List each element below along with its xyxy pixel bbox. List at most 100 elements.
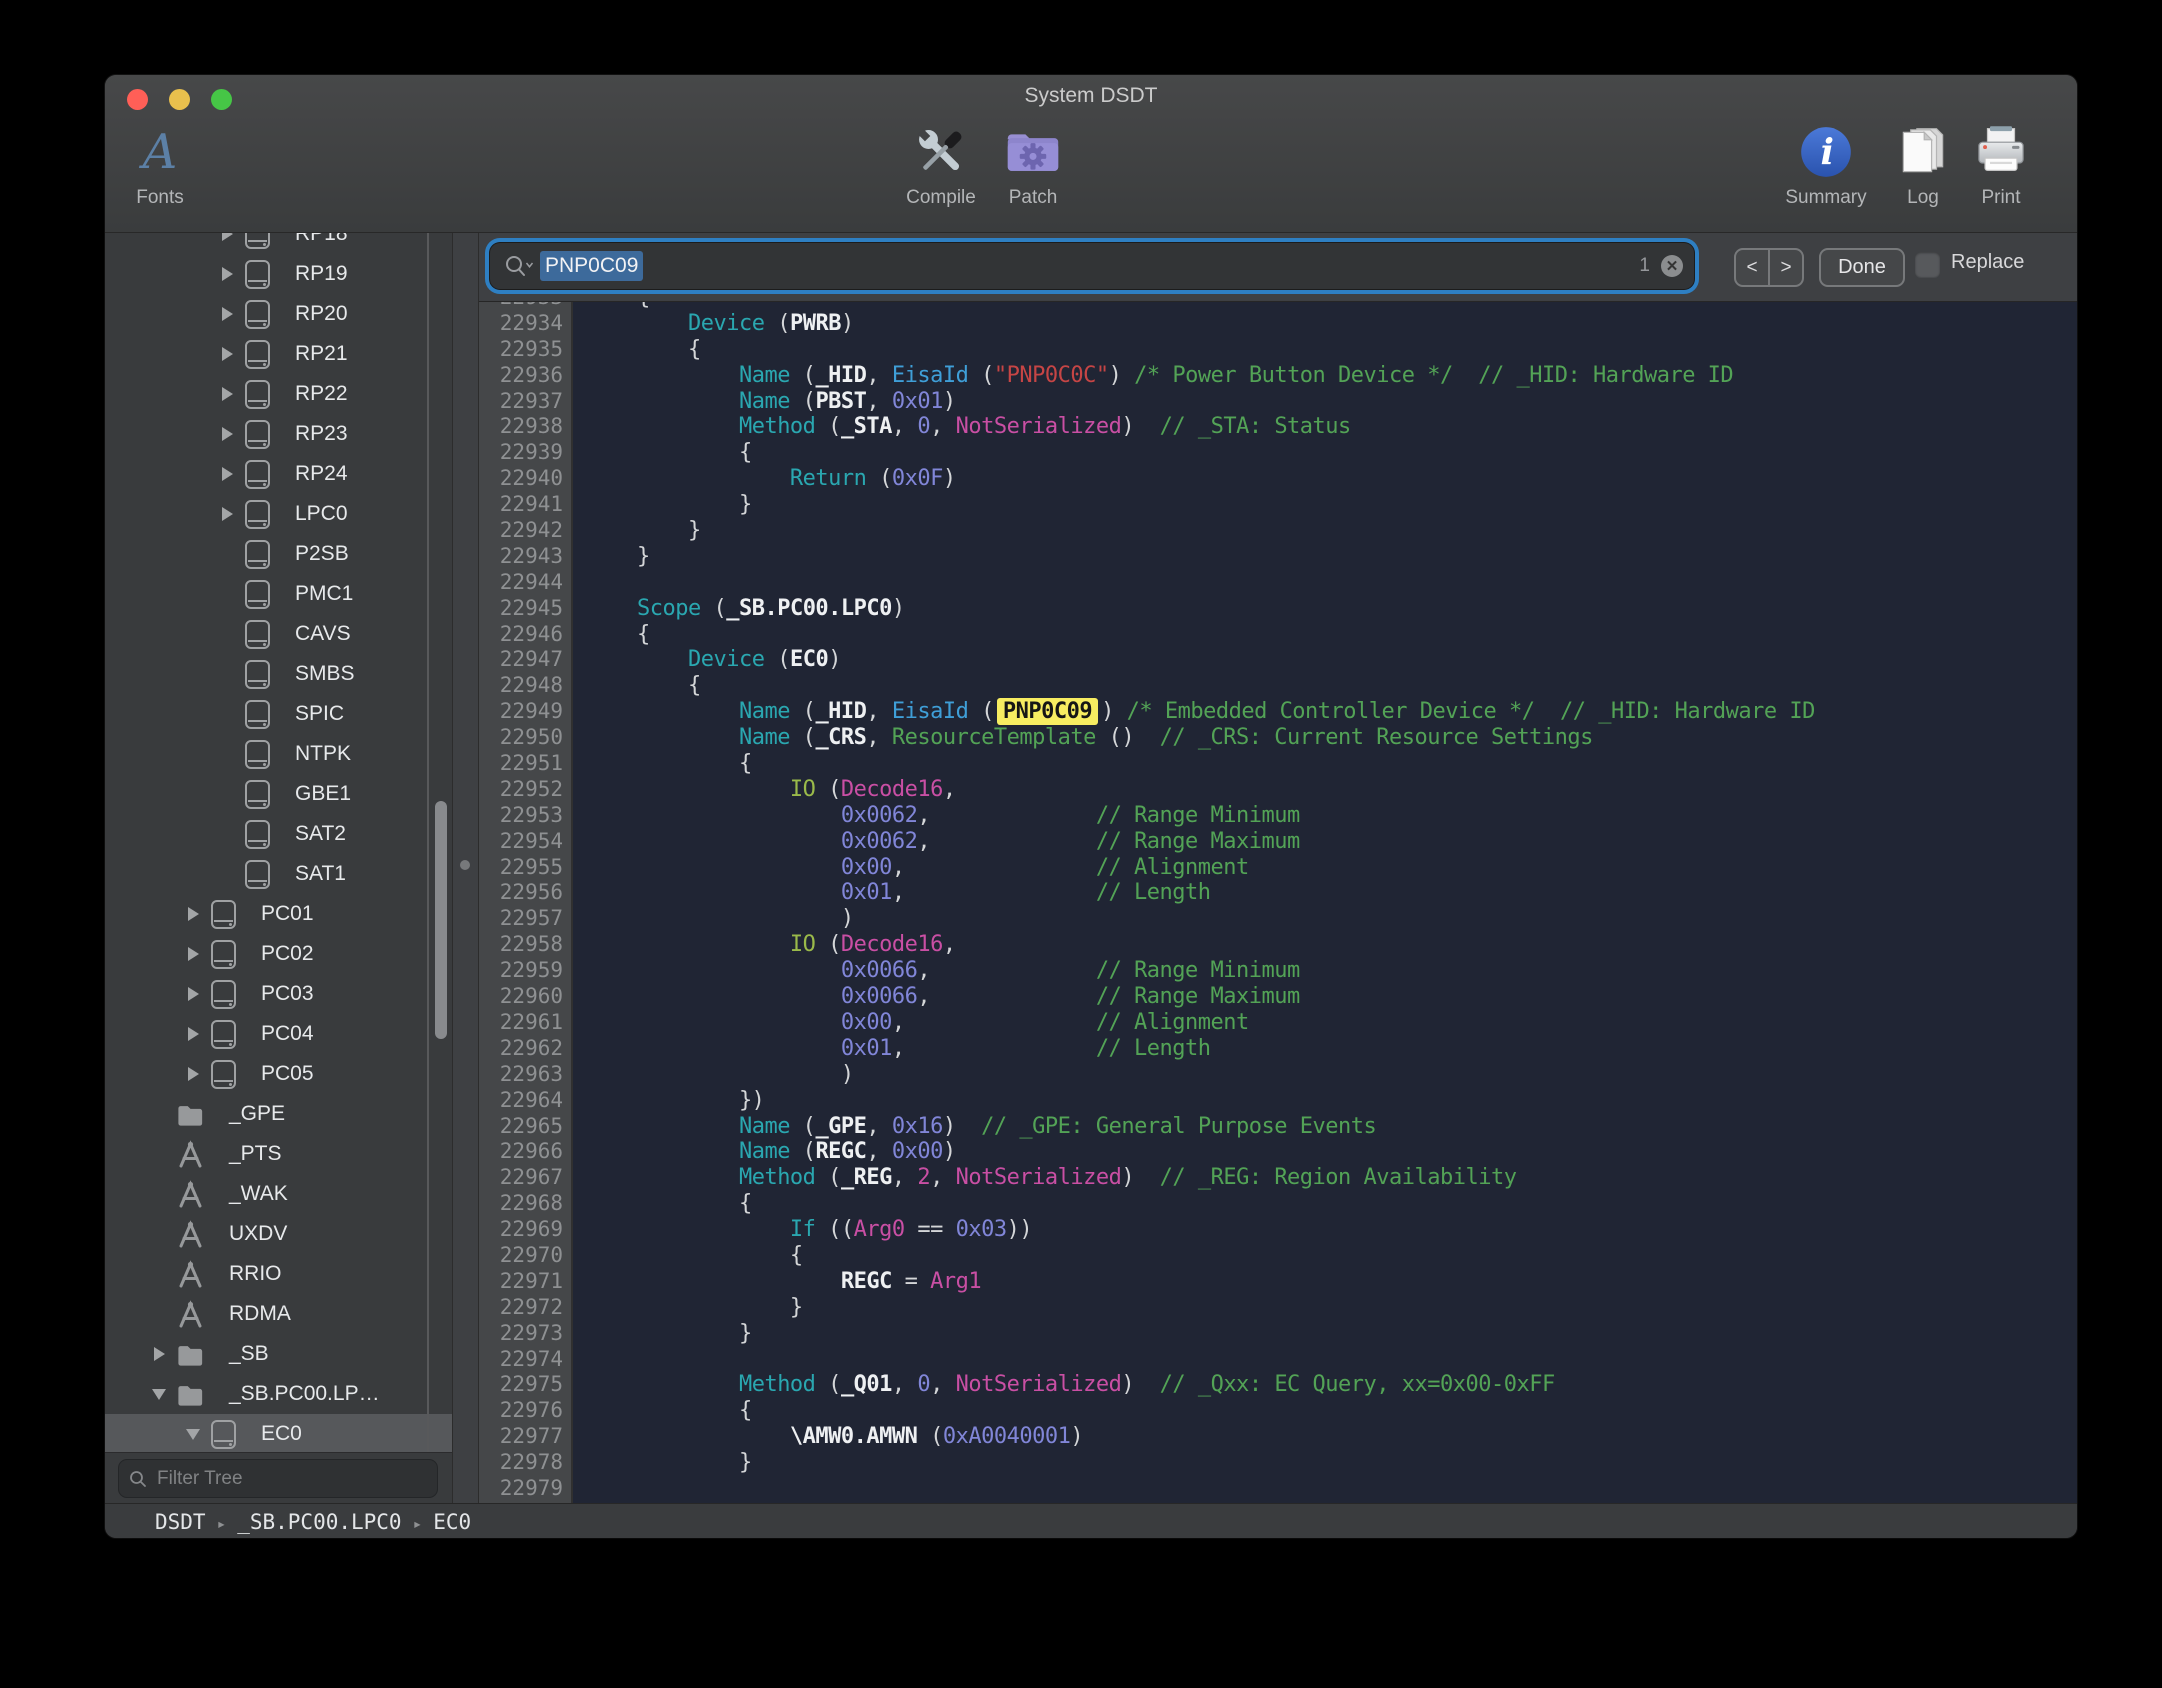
- search-menu-icon[interactable]: [504, 254, 534, 278]
- device-icon: [245, 780, 270, 809]
- disclosure-right-icon[interactable]: [215, 427, 239, 441]
- code-line: 22959 0x0066, // Range Minimum: [479, 958, 2077, 984]
- tree-item-_sbpc00lp[interactable]: _SB.PC00.LP…: [105, 1374, 452, 1414]
- line-number: 22971: [479, 1269, 573, 1295]
- tree-item-rp18[interactable]: RP18: [105, 233, 452, 254]
- line-number: 22959: [479, 958, 573, 984]
- tree-item-_gpe[interactable]: _GPE: [105, 1094, 452, 1134]
- compile-button[interactable]: Compile: [893, 119, 989, 209]
- code-text: REGC = Arg1: [573, 1269, 981, 1295]
- find-previous-button[interactable]: <: [1736, 250, 1770, 285]
- line-number: 22938: [479, 414, 573, 440]
- tree-item-gbe1[interactable]: GBE1: [105, 774, 452, 814]
- pane-splitter[interactable]: [452, 233, 479, 1503]
- tree-item-uxdv[interactable]: UXDV: [105, 1214, 452, 1254]
- disclosure-right-icon[interactable]: [181, 1027, 205, 1041]
- replace-checkbox[interactable]: [1915, 252, 1940, 277]
- fonts-button[interactable]: A Fonts: [112, 119, 208, 209]
- device-icon: [245, 860, 270, 889]
- print-label: Print: [1981, 187, 2020, 209]
- disclosure-right-icon[interactable]: [215, 347, 239, 361]
- sidebar-tree[interactable]: RP18RP19RP20RP21RP22RP23RP24LPC0P2SBPMC1…: [105, 233, 427, 1454]
- tree-item-rdma[interactable]: RDMA: [105, 1294, 452, 1334]
- disclosure-right-icon[interactable]: [147, 1347, 171, 1361]
- find-input[interactable]: PNP0C09 1 ✕: [490, 243, 1694, 289]
- disclosure-right-icon[interactable]: [181, 947, 205, 961]
- code-line: 22970 {: [479, 1243, 2077, 1269]
- tree-item-pc01[interactable]: PC01: [105, 894, 452, 934]
- tree-item-label: SMBS: [295, 662, 355, 686]
- disclosure-right-icon[interactable]: [181, 907, 205, 921]
- line-number: 22940: [479, 466, 573, 492]
- disclosure-right-icon[interactable]: [215, 267, 239, 281]
- code-text: Method (_REG, 2, NotSerialized) // _REG:…: [573, 1165, 1516, 1191]
- code-text: {: [573, 1191, 752, 1217]
- tree-item-smbs[interactable]: SMBS: [105, 654, 452, 694]
- tree-item-pc03[interactable]: PC03: [105, 974, 452, 1014]
- tree-item-spic[interactable]: SPIC: [105, 694, 452, 734]
- clear-search-icon[interactable]: ✕: [1661, 255, 1683, 277]
- done-button[interactable]: Done: [1819, 248, 1905, 287]
- tree-item-rp19[interactable]: RP19: [105, 254, 452, 294]
- tree-item-rrio[interactable]: RRIO: [105, 1254, 452, 1294]
- line-number: 22972: [479, 1295, 573, 1321]
- code-line: 22939 {: [479, 440, 2077, 466]
- tree-item-cavs[interactable]: CAVS: [105, 614, 452, 654]
- tree-item-pc05[interactable]: PC05: [105, 1054, 452, 1094]
- line-number: 22947: [479, 647, 573, 673]
- line-number: 22955: [479, 855, 573, 881]
- code-text: Name (REGC, 0x00): [573, 1139, 956, 1165]
- disclosure-right-icon[interactable]: [181, 987, 205, 1001]
- line-number: 22954: [479, 829, 573, 855]
- device-icon: [211, 1420, 236, 1449]
- code-text: {: [573, 1398, 752, 1424]
- splitter-handle-icon[interactable]: [460, 860, 470, 870]
- device-icon: [245, 620, 270, 649]
- tree-item-pc02[interactable]: PC02: [105, 934, 452, 974]
- disclosure-down-icon[interactable]: [181, 1429, 205, 1440]
- line-number: 22968: [479, 1191, 573, 1217]
- disclosure-right-icon[interactable]: [215, 387, 239, 401]
- tree-item-pmc1[interactable]: PMC1: [105, 574, 452, 614]
- tree-item-rp20[interactable]: RP20: [105, 294, 452, 334]
- print-printer-icon: [1974, 119, 2028, 185]
- tree-item-p2sb[interactable]: P2SB: [105, 534, 452, 574]
- folder-icon: [177, 1379, 204, 1409]
- line-number: 22937: [479, 389, 573, 415]
- filter-area: Filter Tree: [105, 1452, 452, 1503]
- tree-item-_sb[interactable]: _SB: [105, 1334, 452, 1374]
- disclosure-right-icon[interactable]: [215, 233, 239, 241]
- disclosure-right-icon[interactable]: [215, 507, 239, 521]
- device-icon: [245, 540, 270, 569]
- code-text: {: [573, 1243, 803, 1269]
- code-line: 22975 Method (_Q01, 0, NotSerialized) //…: [479, 1372, 2077, 1398]
- tree-item-rp23[interactable]: RP23: [105, 414, 452, 454]
- disclosure-down-icon[interactable]: [147, 1389, 171, 1400]
- tree-item-sat1[interactable]: SAT1: [105, 854, 452, 894]
- find-bar: PNP0C09 1 ✕ < > Done Replace: [479, 233, 2077, 302]
- code-text: }: [573, 544, 650, 570]
- tree-item-_pts[interactable]: _PTS: [105, 1134, 452, 1174]
- tree-item-pc04[interactable]: PC04: [105, 1014, 452, 1054]
- tree-item-rp21[interactable]: RP21: [105, 334, 452, 374]
- code-editor[interactable]: 22933 {22934 Device (PWRB)22935 {22936 N…: [479, 302, 2077, 1503]
- tree-item-ntpk[interactable]: NTPK: [105, 734, 452, 774]
- disclosure-right-icon[interactable]: [181, 1067, 205, 1081]
- sidebar-scrollbar[interactable]: [435, 801, 447, 1039]
- disclosure-right-icon[interactable]: [215, 307, 239, 321]
- tree-item-rp24[interactable]: RP24: [105, 454, 452, 494]
- tree-item-ec0[interactable]: EC0: [105, 1414, 452, 1454]
- disclosure-right-icon[interactable]: [215, 467, 239, 481]
- tree-item-label: NTPK: [295, 742, 351, 766]
- find-next-button[interactable]: >: [1770, 250, 1802, 285]
- summary-button[interactable]: i Summary: [1778, 119, 1874, 209]
- filter-tree-input[interactable]: Filter Tree: [118, 1459, 438, 1498]
- tree-item-label: _PTS: [229, 1142, 282, 1166]
- patch-button[interactable]: Patch: [985, 119, 1081, 209]
- tree-item-_wak[interactable]: _WAK: [105, 1174, 452, 1214]
- line-number: 22948: [479, 673, 573, 699]
- tree-item-sat2[interactable]: SAT2: [105, 814, 452, 854]
- tree-item-rp22[interactable]: RP22: [105, 374, 452, 414]
- tree-item-lpc0[interactable]: LPC0: [105, 494, 452, 534]
- print-button[interactable]: Print: [1953, 119, 2049, 209]
